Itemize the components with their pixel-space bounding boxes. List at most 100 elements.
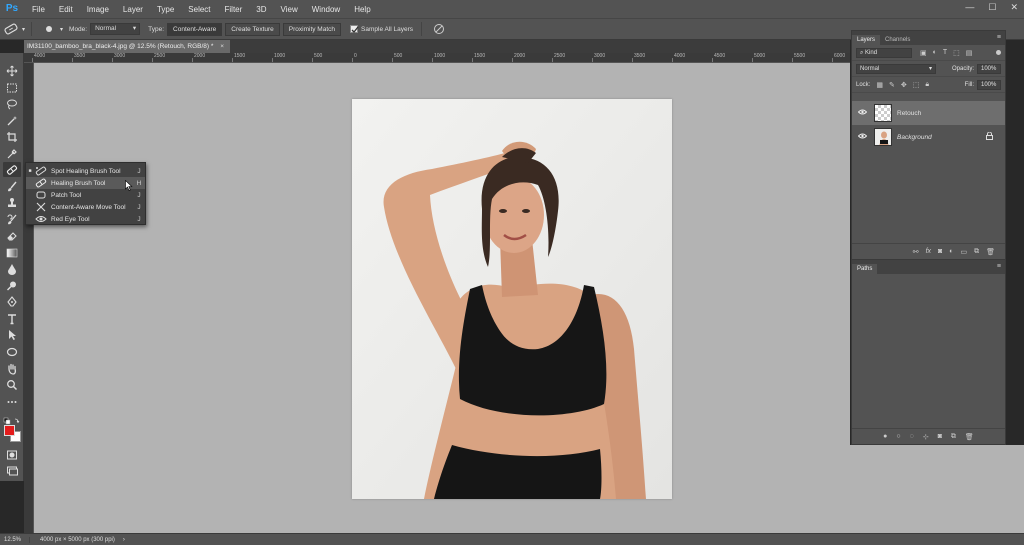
opacity-field[interactable]: 100% [977,63,1001,74]
add-mask-icon[interactable]: ◙ [938,248,942,255]
close-button[interactable]: ✕ [1010,2,1018,13]
document-photo[interactable] [352,99,672,499]
fill-path-icon[interactable]: ● [883,433,887,440]
trash-icon[interactable]: 🗑︎ [986,248,995,256]
visibility-eye-icon[interactable] [852,133,872,141]
layer-name[interactable]: Background [897,134,932,141]
new-group-icon[interactable]: ▭ [960,248,967,256]
document-tab[interactable]: IM31100_bamboo_bra_black-4.jpg @ 12.5% (… [24,40,231,53]
menu-help[interactable]: Help [347,5,377,14]
new-path-icon[interactable]: ⧉ [951,433,956,441]
foreground-color-swatch[interactable] [4,425,15,436]
hand-tool[interactable] [3,361,21,376]
layer-name[interactable]: Retouch [897,110,921,117]
tool-preset-picker[interactable] [0,20,22,38]
filter-toggle-icon[interactable] [996,50,1001,55]
layer-row-background[interactable]: Background [852,125,1005,149]
flyout-item-spot-healing-brush[interactable]: ■ Spot Healing Brush Tool J [26,165,145,177]
lock-transparency-icon[interactable]: ▦ [876,81,883,89]
dodge-tool[interactable] [3,278,21,293]
magic-wand-tool[interactable] [3,113,21,128]
tab-layers[interactable]: Layers [852,35,881,45]
quick-mask-button[interactable] [3,447,21,462]
sample-all-layers-checkbox[interactable] [350,25,359,33]
zoom-tool[interactable] [3,377,21,392]
more-tools-button[interactable] [3,394,21,409]
clone-stamp-tool[interactable] [3,195,21,210]
mode-select[interactable]: Normal ▾ [90,23,141,35]
panel-menu-icon[interactable]: ≡ [997,263,1001,270]
eraser-tool[interactable] [3,228,21,243]
path-selection-tool[interactable] [3,327,21,342]
stroke-path-icon[interactable]: ○ [896,433,900,440]
menu-3d[interactable]: 3D [249,5,273,14]
blur-tool[interactable] [3,261,21,276]
canvas-area[interactable] [34,63,850,533]
link-layers-icon[interactable]: ⚯ [913,248,919,256]
content-aware-button[interactable]: Content-Aware [167,22,223,36]
healing-brush-tool[interactable] [3,162,21,177]
flyout-item-content-aware-move[interactable]: Content-Aware Move Tool J [26,201,145,213]
flyout-item-red-eye[interactable]: Red Eye Tool J [26,213,145,225]
menu-type[interactable]: Type [150,5,181,14]
lock-pixels-icon[interactable]: ✎ [889,81,895,89]
maximize-button[interactable]: ☐ [988,2,996,13]
menu-filter[interactable]: Filter [218,5,250,14]
brush-tool[interactable] [3,179,21,194]
shape-tool[interactable] [3,344,21,359]
pressure-size-toggle[interactable] [428,20,450,38]
adjustment-layer-icon[interactable]: ◐ [949,248,953,255]
fill-field[interactable]: 100% [977,79,1001,90]
tab-channels[interactable]: Channels [880,35,915,45]
lock-artboard-icon[interactable]: ⬚ [913,81,920,89]
trash-icon[interactable]: 🗑︎ [965,433,974,441]
eyedropper-tool[interactable] [3,146,21,161]
crop-tool[interactable] [3,129,21,144]
default-colors-button[interactable] [3,413,21,425]
window-controls: — ☐ ✕ [965,2,1018,13]
lock-all-icon[interactable]: 🔒︎ [925,81,929,89]
ruler-tick [312,58,313,62]
fx-icon[interactable]: fx [926,248,931,255]
create-texture-button[interactable]: Create Texture [225,22,280,36]
pixel-filter-icon[interactable]: ▣ [920,49,927,57]
type-tool[interactable] [3,311,21,326]
lock-position-icon[interactable]: ✥ [901,81,907,89]
close-tab-icon[interactable]: × [220,43,224,50]
blend-mode-select[interactable]: Normal ▾ [856,63,936,74]
smart-object-filter-icon[interactable]: ▤ [966,49,973,57]
type-filter-icon[interactable]: T [943,49,947,57]
menu-select[interactable]: Select [181,5,217,14]
brush-chevron-icon[interactable]: ▾ [60,26,63,33]
menu-view[interactable]: View [274,5,305,14]
screen-mode-button[interactable] [3,463,21,478]
add-mask-icon[interactable]: ◙ [938,433,942,440]
minimize-button[interactable]: — [965,2,974,13]
new-layer-icon[interactable]: ⧉ [974,248,979,256]
menu-file[interactable]: File [25,5,52,14]
adjustment-filter-icon[interactable]: ◐ [933,49,937,57]
tab-paths[interactable]: Paths [852,264,878,274]
history-brush-tool[interactable] [3,212,21,227]
move-tool[interactable] [3,63,21,78]
make-work-path-icon[interactable]: ⊹ [923,433,929,441]
menu-layer[interactable]: Layer [116,5,150,14]
panel-menu-icon[interactable]: ≡ [997,34,1001,41]
menu-window[interactable]: Window [305,5,347,14]
marquee-tool[interactable] [3,80,21,95]
preset-chevron-icon[interactable]: ▾ [22,26,25,33]
shape-filter-icon[interactable]: ⬚ [953,49,960,57]
menu-edit[interactable]: Edit [52,5,80,14]
gradient-tool[interactable] [3,245,21,260]
zoom-field[interactable]: 12.5% [0,536,30,543]
status-menu-chevron-icon[interactable]: › [123,537,125,543]
layer-row-retouch[interactable]: Retouch [852,101,1005,125]
visibility-eye-icon[interactable] [852,109,872,117]
load-selection-icon[interactable]: ◌ [910,433,914,440]
pen-tool[interactable] [3,294,21,309]
menu-image[interactable]: Image [80,5,116,14]
filter-kind-select[interactable]: ⌕ Kind [856,47,912,58]
proximity-match-button[interactable]: Proximity Match [282,22,342,36]
lasso-tool[interactable] [3,96,21,111]
brush-settings-picker[interactable] [38,20,60,38]
